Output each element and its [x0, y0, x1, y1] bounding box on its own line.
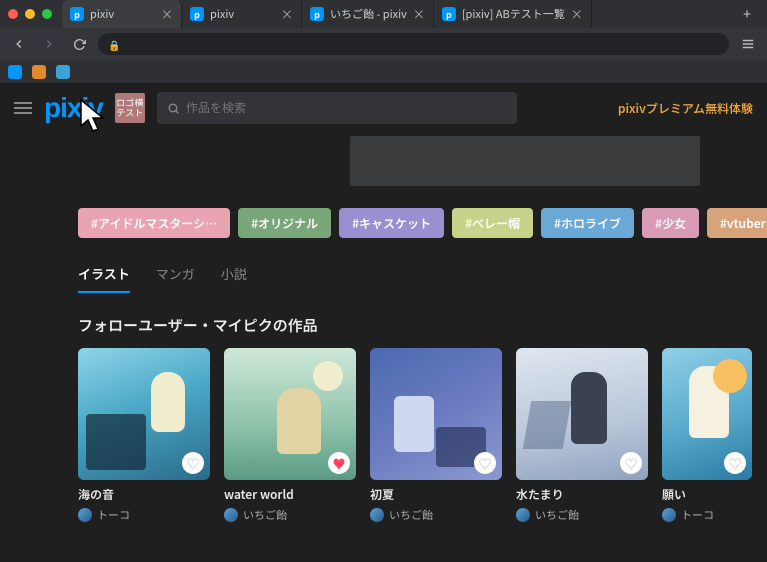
like-button[interactable]: ♡ — [182, 452, 204, 474]
pixiv-favicon-icon: p — [190, 7, 204, 21]
close-tab-icon[interactable]: × — [281, 6, 293, 23]
artwork-cards: ♡海の音トーコ♥water worldいちご飴♡初夏いちご飴♡水たまりいちご飴♡… — [0, 348, 767, 523]
artwork-thumbnail[interactable]: ♡ — [78, 348, 210, 480]
avatar-icon — [662, 508, 676, 522]
author-name: トーコ — [681, 507, 714, 523]
minimize-window-icon[interactable] — [25, 9, 35, 19]
pixiv-logo[interactable]: pixiv — [44, 92, 103, 124]
pixiv-favicon-icon: p — [310, 7, 324, 21]
browser-tab[interactable]: p いちご飴 - pixiv × — [302, 0, 434, 28]
artwork-title: water world — [224, 486, 356, 503]
tag-pill[interactable]: #vtuber — [707, 208, 767, 238]
like-button[interactable]: ♥ — [328, 452, 350, 474]
artwork-card[interactable]: ♡ 初夏いちご飴 — [370, 348, 502, 523]
artwork-title: 初夏 — [370, 486, 502, 503]
avatar-icon — [516, 508, 530, 522]
content-tabs: イラストマンガ小説 — [0, 246, 767, 293]
bookmarks-bar — [0, 60, 767, 84]
like-button[interactable]: ♡ — [620, 452, 642, 474]
window-controls[interactable] — [8, 9, 52, 19]
search-box[interactable] — [157, 92, 517, 124]
avatar-icon — [370, 508, 384, 522]
tag-pill[interactable]: #オリジナル — [238, 208, 331, 238]
maximize-window-icon[interactable] — [42, 9, 52, 19]
logo-test-badge: ロゴ横 テスト — [115, 93, 145, 123]
hamburger-menu-button[interactable] — [14, 102, 32, 114]
artwork-author[interactable]: いちご飴 — [370, 507, 502, 523]
browser-tabs: ppixiv×ppixiv×pいちご飴 - pixiv×p[pixiv] ABテ… — [62, 0, 735, 28]
avatar-icon — [78, 508, 92, 522]
pixiv-favicon-icon: p — [442, 7, 456, 21]
forward-button[interactable] — [38, 33, 60, 55]
artwork-card[interactable]: ♡ 水たまりいちご飴 — [516, 348, 648, 523]
artwork-title: 水たまり — [516, 486, 648, 503]
bookmark-icon[interactable] — [32, 65, 46, 79]
address-bar[interactable]: 🔒 — [98, 33, 729, 55]
tag-row: #アイドルマスターシ… #オリジナル #キャスケット #ベレー帽 #ホロライブ #少女 #v… — [0, 200, 767, 246]
bookmark-icon[interactable] — [8, 65, 22, 79]
premium-link[interactable]: pixivプレミアム無料体験 — [618, 100, 753, 117]
lock-icon: 🔒 — [108, 37, 120, 52]
artwork-card[interactable]: ♡ 海の音トーコ — [78, 348, 210, 523]
tag-pill[interactable]: #アイドルマスターシ… — [78, 208, 230, 238]
menu-button[interactable] — [737, 33, 759, 55]
ad-placeholder — [350, 136, 700, 186]
artwork-card[interactable]: ♥ water world いちご飴 — [224, 348, 356, 523]
artwork-title: 海の音 — [78, 486, 210, 503]
section-title: フォローユーザー・マイピクの作品 — [0, 293, 767, 348]
titlebar: ppixiv×ppixiv×pいちご飴 - pixiv×p[pixiv] ABテ… — [0, 0, 767, 28]
artwork-thumbnail[interactable]: ♡ — [516, 348, 648, 480]
avatar-icon — [224, 508, 238, 522]
content-tab[interactable]: マンガ — [156, 264, 195, 293]
browser-chrome: ppixiv×ppixiv×pいちご飴 - pixiv×p[pixiv] ABテ… — [0, 0, 767, 84]
reload-button[interactable] — [68, 33, 90, 55]
artwork-title: 願い — [662, 486, 752, 503]
artwork-card[interactable]: ♡ 願いトーコ — [662, 348, 752, 523]
pixiv-favicon-icon: p — [70, 7, 84, 21]
close-tab-icon[interactable]: × — [413, 6, 425, 23]
author-name: トーコ — [97, 507, 130, 523]
toolbar: 🔒 — [0, 28, 767, 60]
browser-tab[interactable]: ppixiv × — [182, 0, 302, 28]
artwork-thumbnail[interactable]: ♡ — [662, 348, 752, 480]
content-tab[interactable]: 小説 — [221, 264, 247, 293]
content-tab[interactable]: イラスト — [78, 264, 130, 293]
close-tab-icon[interactable]: × — [571, 6, 583, 23]
artwork-thumbnail[interactable]: ♡ — [370, 348, 502, 480]
artwork-author[interactable]: いちご飴 — [516, 507, 648, 523]
tag-pill[interactable]: #少女 — [642, 208, 699, 238]
tab-label: pixiv — [90, 6, 155, 22]
site-header: pixiv ロゴ横 テスト pixivプレミアム無料体験 — [0, 84, 767, 132]
tag-pill[interactable]: #ホロライブ — [541, 208, 634, 238]
search-input[interactable] — [186, 101, 507, 115]
new-tab-button[interactable]: + — [735, 4, 759, 24]
bookmark-icon[interactable] — [56, 65, 70, 79]
artwork-author[interactable]: いちご飴 — [224, 507, 356, 523]
close-tab-icon[interactable]: × — [161, 6, 173, 23]
search-icon — [167, 96, 180, 120]
close-window-icon[interactable] — [8, 9, 18, 19]
tab-label: pixiv — [210, 6, 275, 22]
tag-pill[interactable]: #ベレー帽 — [452, 208, 533, 238]
author-name: いちご飴 — [535, 507, 579, 523]
like-button[interactable]: ♡ — [474, 452, 496, 474]
back-button[interactable] — [8, 33, 30, 55]
author-name: いちご飴 — [389, 507, 433, 523]
browser-tab[interactable]: ppixiv × — [62, 0, 182, 28]
browser-tab[interactable]: p [pixiv] ABテスト一覧 × — [434, 0, 592, 28]
tag-pill[interactable]: #キャスケット — [339, 208, 444, 238]
tab-label: いちご飴 - pixiv — [330, 6, 407, 22]
artwork-thumbnail[interactable]: ♥ — [224, 348, 356, 480]
artwork-author[interactable]: トーコ — [662, 507, 752, 523]
author-name: いちご飴 — [243, 507, 287, 523]
tab-label: [pixiv] ABテスト一覧 — [462, 6, 565, 22]
like-button[interactable]: ♡ — [724, 452, 746, 474]
artwork-author[interactable]: トーコ — [78, 507, 210, 523]
